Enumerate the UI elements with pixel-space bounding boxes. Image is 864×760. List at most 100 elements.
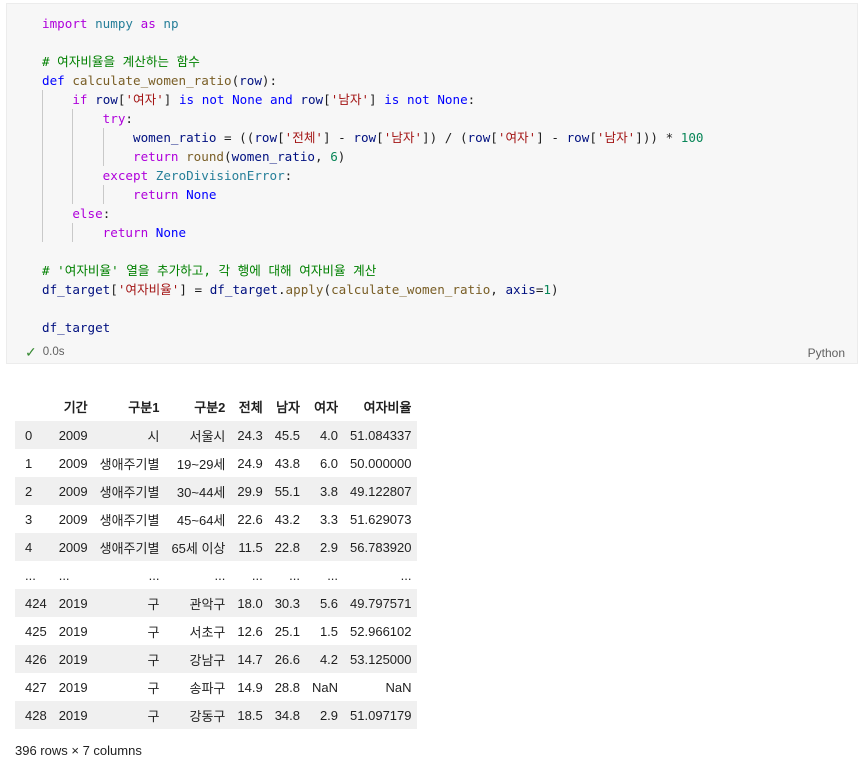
row-index: 0 bbox=[25, 427, 33, 443]
code-token: = (( bbox=[216, 130, 255, 145]
code-token: ( bbox=[323, 282, 332, 297]
cell-language-label[interactable]: Python bbox=[808, 346, 845, 360]
code-token: [ bbox=[589, 130, 597, 145]
table-cell: 28.8 bbox=[274, 679, 301, 695]
code-line: women_ratio = ((row['전체'] - row['남자']) /… bbox=[42, 128, 704, 147]
table-cell: 55.1 bbox=[274, 483, 301, 499]
code-token: return bbox=[133, 149, 179, 164]
table-cell: 시 bbox=[147, 428, 160, 444]
table-cell: 56.783920 bbox=[350, 539, 412, 555]
code-token: '여자비율' bbox=[117, 282, 180, 297]
table-cell: 2009 bbox=[58, 483, 88, 499]
code-token: is bbox=[384, 92, 400, 107]
table-row: 427 2019 구 송파구 14.9 28.8 NaN NaN bbox=[15, 673, 417, 701]
table-cell: 45~64세 bbox=[176, 512, 226, 528]
row-index: ... bbox=[25, 567, 36, 583]
table-cell: 52.966102 bbox=[350, 623, 412, 639]
code-token: ) bbox=[551, 282, 559, 297]
table-cell: 11.5 bbox=[238, 539, 263, 555]
code-token: None bbox=[186, 187, 217, 202]
table-cell: 2019 bbox=[58, 595, 88, 611]
code-token: numpy bbox=[95, 16, 134, 31]
dataframe-table: 기간 구분1 구분2 전체 남자 여자 여자비율 0 2009 시 서울시 24.3 45.5 4.0 5… bbox=[15, 392, 418, 729]
code-token: None bbox=[437, 92, 468, 107]
code-token: '남자' bbox=[330, 92, 370, 107]
code-line: return None bbox=[42, 185, 704, 204]
indent-guide bbox=[72, 223, 74, 242]
table-cell: 51.084337 bbox=[350, 427, 412, 443]
table-cell: ... bbox=[148, 567, 160, 583]
column-header: 여자비율 bbox=[363, 400, 412, 415]
code-token: if bbox=[72, 92, 88, 107]
table-cell: 2009 bbox=[58, 539, 88, 555]
code-editor[interactable]: import numpy as np # 여자비율을 계산하는 함수 def ca… bbox=[42, 14, 704, 337]
table-row: 3 2009 생애주기별 45~64세 22.6 43.2 3.3 51.629073 bbox=[15, 505, 417, 533]
code-token: return bbox=[102, 225, 149, 240]
indent-guide bbox=[72, 109, 74, 128]
code-token: : bbox=[284, 168, 293, 183]
code-token: # 여자비율을 계산하는 함수 bbox=[42, 54, 200, 69]
code-line: if row['여자'] is not None and row['남자'] i… bbox=[42, 90, 704, 109]
table-cell: 생애주기별 bbox=[99, 512, 160, 528]
code-token: ] bbox=[163, 92, 179, 107]
code-token: np bbox=[163, 16, 179, 31]
code-token: calculate_women_ratio bbox=[331, 282, 491, 297]
indent-guide bbox=[102, 147, 104, 166]
table-row: 4 2009 생애주기별 65세 이상 11.5 22.8 2.9 56.783920 bbox=[15, 533, 418, 561]
code-token: round bbox=[186, 149, 225, 164]
code-cell[interactable]: import numpy as np # 여자비율을 계산하는 함수 def ca… bbox=[6, 3, 858, 364]
code-token: : bbox=[467, 92, 476, 107]
code-token: df_target bbox=[42, 320, 111, 335]
indent-guide bbox=[42, 147, 43, 166]
column-header: 남자 bbox=[276, 400, 301, 415]
table-cell: 22.6 bbox=[237, 511, 263, 527]
code-token: 100 bbox=[680, 130, 704, 145]
code-line: except ZeroDivisionError: bbox=[42, 166, 704, 185]
code-token: apply bbox=[285, 282, 324, 297]
code-token: : bbox=[125, 111, 134, 126]
column-header: 구분2 bbox=[194, 400, 226, 415]
code-token: None bbox=[155, 225, 187, 240]
table-cell: 18.0 bbox=[237, 595, 263, 611]
column-header: 기간 bbox=[63, 400, 88, 415]
row-index: 427 bbox=[25, 679, 47, 695]
code-token: try bbox=[102, 111, 126, 126]
table-cell: 43.8 bbox=[274, 455, 301, 471]
code-token: and bbox=[270, 92, 293, 107]
table-cell: 생애주기별 bbox=[99, 540, 160, 556]
checkmark-icon: ✓ bbox=[25, 344, 37, 360]
table-cell: NaN bbox=[312, 679, 339, 695]
table-cell: 2019 bbox=[58, 651, 88, 667]
code-line: return None bbox=[42, 223, 704, 242]
table-cell: 50.000000 bbox=[350, 455, 412, 471]
row-index: 1 bbox=[25, 455, 33, 471]
table-row: 425 2019 구 서초구 12.6 25.1 1.5 52.966102 bbox=[15, 617, 417, 645]
table-row: 2 2009 생애주기별 30~44세 29.9 55.1 3.8 49.122807 bbox=[15, 477, 418, 505]
table-cell: 2.9 bbox=[319, 707, 339, 723]
table-cell: ... bbox=[214, 567, 226, 583]
code-line: return round(women_ratio, 6) bbox=[42, 147, 704, 166]
code-token: '남자' bbox=[596, 130, 636, 145]
code-token: ] = bbox=[179, 282, 210, 297]
table-cell: ... bbox=[251, 567, 263, 583]
code-line: df_target bbox=[42, 318, 704, 337]
table-row: 428 2019 구 강동구 18.5 34.8 2.9 51.097179 bbox=[15, 701, 418, 729]
table-cell: ... bbox=[58, 567, 70, 583]
table-cell: 2009 bbox=[58, 427, 88, 443]
table-cell: 22.8 bbox=[274, 539, 301, 555]
row-index: 3 bbox=[25, 511, 33, 527]
code-token: calculate_women_ratio bbox=[72, 73, 232, 88]
code-token: [ bbox=[110, 282, 118, 297]
table-cell: 5.6 bbox=[319, 595, 339, 611]
table-cell: 2019 bbox=[58, 623, 88, 639]
code-token: ) bbox=[337, 149, 346, 164]
row-index: 424 bbox=[25, 595, 47, 611]
